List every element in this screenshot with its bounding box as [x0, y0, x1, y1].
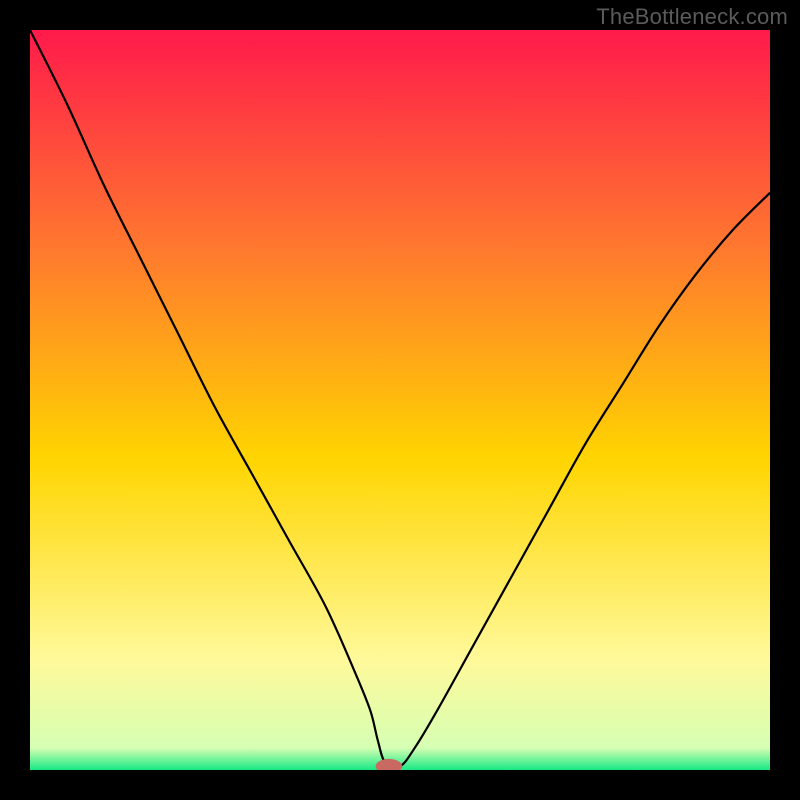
- bottleneck-chart: [30, 30, 770, 770]
- plot-area: [30, 30, 770, 770]
- gradient-background: [30, 30, 770, 770]
- chart-container: TheBottleneck.com: [0, 0, 800, 800]
- watermark-text: TheBottleneck.com: [596, 4, 788, 30]
